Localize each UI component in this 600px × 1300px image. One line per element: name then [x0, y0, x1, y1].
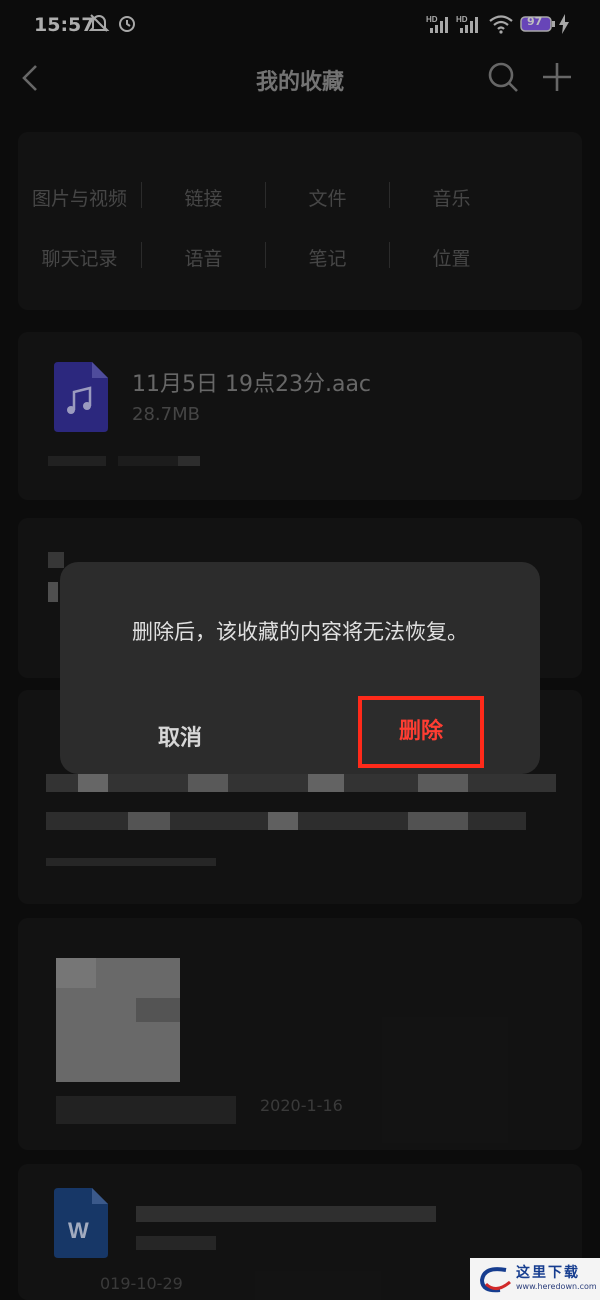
watermark-logo: 这里下载 www.heredown.com	[470, 1258, 600, 1300]
delete-button[interactable]: 删除	[362, 700, 480, 764]
cancel-button[interactable]: 取消	[120, 720, 240, 752]
dialog-message: 删除后，该收藏的内容将无法恢复。	[132, 620, 468, 644]
watermark-text: 这里下载	[516, 1265, 580, 1281]
watermark-url: www.heredown.com	[516, 1282, 597, 1291]
delete-button-highlight[interactable]: 删除	[358, 696, 484, 768]
watermark-swirl-icon	[476, 1264, 514, 1300]
delete-confirm-dialog: 删除后，该收藏的内容将无法恢复。 取消 删除	[60, 562, 540, 774]
